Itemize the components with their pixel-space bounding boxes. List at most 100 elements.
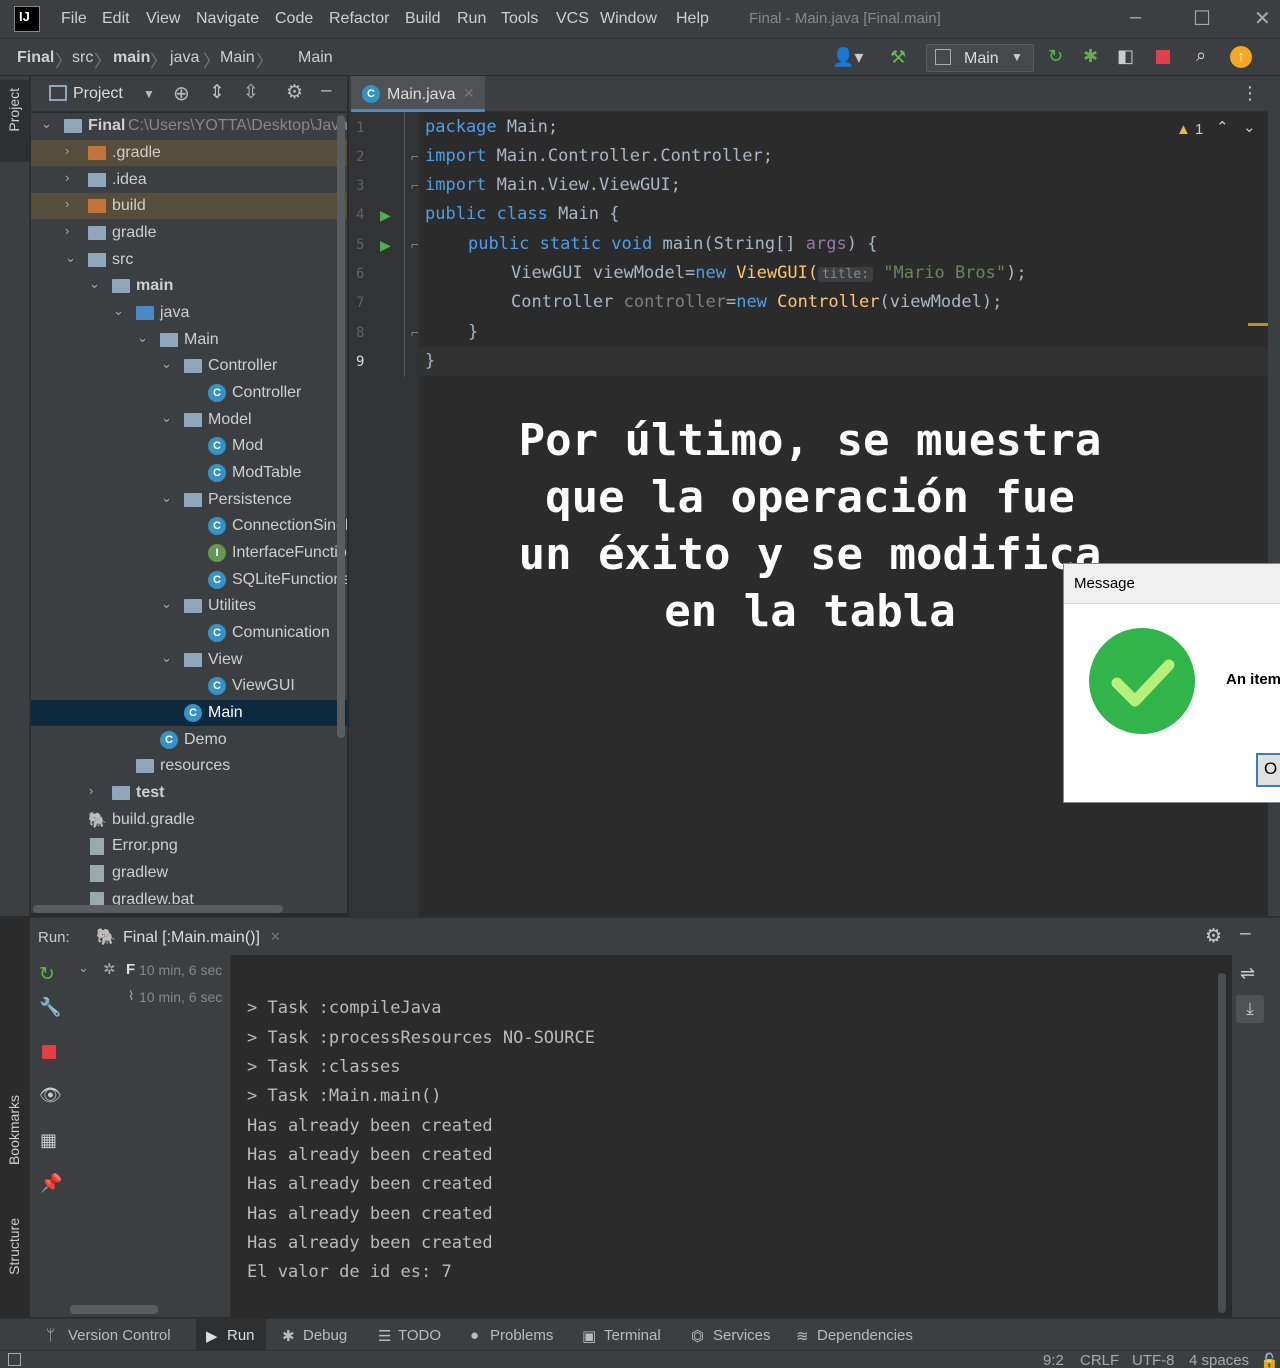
tree-item-package-persistence[interactable]: ⌄ Persistence: [31, 487, 347, 513]
run-configuration-select[interactable]: Main ▼: [926, 44, 1034, 72]
ok-button[interactable]: O: [1256, 753, 1280, 787]
menu-file[interactable]: File: [61, 10, 87, 28]
coverage-icon[interactable]: ◧: [1117, 46, 1134, 67]
maximize-icon[interactable]: ☐: [1193, 6, 1211, 31]
tab-terminal[interactable]: Terminal: [604, 1327, 661, 1344]
chevron-down-icon[interactable]: ⌄: [161, 596, 172, 612]
line-separator[interactable]: CRLF: [1080, 1352, 1119, 1368]
close-tab-icon[interactable]: ✕: [463, 85, 475, 102]
breadcrumb-class-main[interactable]: Main: [298, 49, 333, 67]
chevron-down-icon[interactable]: ⌄: [161, 356, 172, 372]
tool-window-toggle-icon[interactable]: [8, 1353, 21, 1366]
eye-icon[interactable]: 👁: [39, 1085, 62, 1106]
menu-vcs[interactable]: VCS: [556, 10, 589, 28]
hide-panel-icon[interactable]: –: [321, 80, 332, 102]
layout-icon[interactable]: ▦: [40, 1130, 57, 1151]
stop-icon[interactable]: [1156, 50, 1170, 64]
tree-item-class-sqlite[interactable]: C SQLiteFunctions: [31, 567, 347, 593]
tab-services[interactable]: Services: [713, 1327, 771, 1344]
console-scrollbar[interactable]: [1218, 973, 1226, 1313]
next-highlight-icon[interactable]: ⌄: [1243, 118, 1256, 136]
minimize-icon[interactable]: –: [1130, 6, 1141, 29]
collapse-all-icon[interactable]: ⇳: [243, 81, 259, 104]
tree-item-class-connection[interactable]: C ConnectionSingleton: [31, 513, 347, 539]
tree-item-idea[interactable]: › .idea: [31, 167, 347, 193]
gear-icon[interactable]: ⚙: [286, 81, 303, 104]
breadcrumb-java[interactable]: java: [170, 49, 199, 67]
tab-run[interactable]: Run: [227, 1327, 255, 1344]
chevron-right-icon[interactable]: ›: [65, 223, 69, 238]
chevron-down-icon[interactable]: ⌄: [89, 276, 100, 292]
soft-wrap-icon[interactable]: ⇌: [1240, 963, 1255, 984]
structure-tool-tab[interactable]: Structure: [6, 1218, 26, 1275]
project-horizontal-scrollbar[interactable]: [33, 905, 283, 913]
tree-item-class-demo[interactable]: C Demo: [31, 727, 347, 753]
tab-debug[interactable]: Debug: [303, 1327, 347, 1344]
breadcrumb-package-main[interactable]: Main: [220, 49, 255, 67]
rerun-icon[interactable]: ↻: [39, 963, 55, 986]
run-tree-item-label[interactable]: F: [126, 961, 135, 978]
tree-item-build-gradle[interactable]: 🐘 build.gradle: [31, 807, 347, 833]
fold-icon[interactable]: ⌐: [411, 149, 419, 164]
project-vertical-scrollbar[interactable]: [337, 115, 345, 738]
bookmarks-tool-tab[interactable]: Bookmarks: [6, 1095, 26, 1165]
warning-icon[interactable]: ▲: [1176, 121, 1191, 138]
chevron-down-icon[interactable]: ⌄: [65, 250, 76, 266]
tree-item-class-modtable[interactable]: C ModTable: [31, 460, 347, 486]
chevron-down-icon[interactable]: ⌄: [161, 650, 172, 666]
update-icon[interactable]: ↑: [1230, 46, 1252, 68]
tree-item-package-main[interactable]: ⌄ Main: [31, 327, 347, 353]
tree-item-package-controller[interactable]: ⌄ Controller: [31, 353, 347, 379]
rerun-icon[interactable]: ↻: [1048, 46, 1063, 67]
tree-item-gradle-dir[interactable]: › .gradle: [31, 140, 347, 166]
run-gutter-icon[interactable]: ▶: [380, 207, 391, 224]
fold-icon[interactable]: ⌐: [411, 325, 419, 340]
chevron-down-icon[interactable]: ⌄: [41, 116, 52, 132]
tree-item-gradle[interactable]: › gradle: [31, 220, 347, 246]
menu-help[interactable]: Help: [676, 10, 709, 28]
close-tab-icon[interactable]: ✕: [270, 929, 281, 945]
tree-item-resources[interactable]: resources: [31, 753, 347, 779]
indent-setting[interactable]: 4 spaces: [1189, 1352, 1249, 1368]
menu-run[interactable]: Run: [457, 10, 486, 28]
chevron-right-icon[interactable]: ›: [65, 196, 69, 211]
breadcrumb-main[interactable]: main: [113, 49, 150, 67]
tree-item-package-view[interactable]: ⌄ View: [31, 647, 347, 673]
warning-stripe[interactable]: [1248, 323, 1268, 326]
menu-code[interactable]: Code: [275, 10, 313, 28]
tree-item-gradlew[interactable]: gradlew: [31, 860, 347, 886]
file-encoding[interactable]: UTF-8: [1132, 1352, 1175, 1368]
expand-all-icon[interactable]: ⇕: [209, 81, 225, 104]
locate-file-icon[interactable]: ⊕: [173, 81, 190, 106]
tree-item-package-utilites[interactable]: ⌄ Utilites: [31, 593, 347, 619]
menu-edit[interactable]: Edit: [102, 10, 130, 28]
caret-position[interactable]: 9:2: [1043, 1352, 1064, 1368]
menu-view[interactable]: View: [146, 10, 180, 28]
chevron-down-icon[interactable]: ⌄: [161, 410, 172, 426]
chevron-right-icon[interactable]: ›: [89, 783, 93, 798]
project-panel-title[interactable]: Project: [73, 85, 123, 103]
tab-version-control[interactable]: Version Control: [68, 1327, 171, 1344]
tree-item-interface-functions[interactable]: I InterfaceFunctions: [31, 540, 347, 566]
chevron-down-icon[interactable]: ⌄: [161, 490, 172, 506]
tree-item-class-mod[interactable]: C Mod: [31, 433, 347, 459]
tree-item-root[interactable]: ⌄ Final C:\Users\YOTTA\Desktop\Java\: [31, 113, 347, 139]
breadcrumb-final[interactable]: Final: [17, 49, 54, 67]
chevron-down-icon[interactable]: ⌄: [137, 330, 148, 346]
run-tree-scrollbar[interactable]: [70, 1305, 158, 1314]
tab-todo[interactable]: TODO: [398, 1327, 441, 1344]
hide-panel-icon[interactable]: –: [1240, 923, 1251, 945]
chevron-right-icon[interactable]: ›: [65, 170, 69, 185]
run-gutter-icon[interactable]: ▶: [380, 237, 391, 254]
tree-item-build[interactable]: › build: [31, 193, 347, 219]
tree-item-error-png[interactable]: Error.png: [31, 833, 347, 859]
account-icon[interactable]: 👤▾: [832, 47, 863, 68]
stop-icon[interactable]: [42, 1045, 56, 1059]
tree-item-class-comunication[interactable]: C Comunication: [31, 620, 347, 646]
tree-item-class-main-selected[interactable]: C Main: [31, 700, 347, 726]
previous-highlight-icon[interactable]: ⌃: [1216, 118, 1229, 136]
search-icon[interactable]: ⌕: [1196, 45, 1206, 66]
chevron-down-icon[interactable]: ⌄: [78, 960, 89, 976]
tree-item-main[interactable]: ⌄ main: [31, 273, 347, 299]
project-tool-tab[interactable]: Project: [0, 80, 30, 162]
